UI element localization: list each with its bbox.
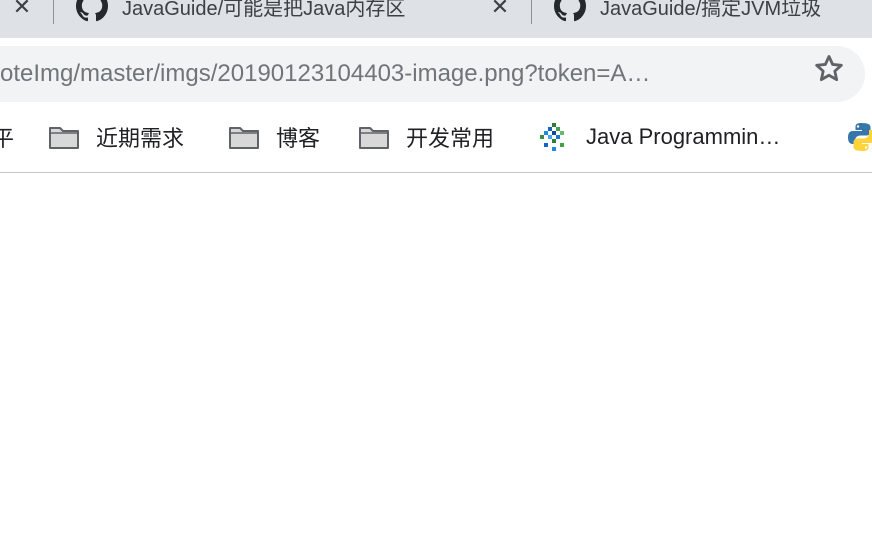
close-icon[interactable]: ✕ (10, 0, 34, 19)
address-bar[interactable]: oteImg/master/imgs/20190123104403-image.… (0, 46, 865, 102)
tab-separator (531, 0, 532, 24)
github-icon (554, 0, 586, 22)
toolbar: oteImg/master/imgs/20190123104403-image.… (0, 38, 872, 112)
folder-icon (229, 127, 259, 149)
python-icon (848, 123, 872, 151)
bookmark-python[interactable] (846, 112, 872, 162)
close-icon[interactable]: ✕ (488, 0, 512, 19)
bookmark-label: 开发常用 (406, 126, 495, 151)
tab-title: JavaGuide/可能是把Java内存区 (122, 0, 406, 20)
bookmark-folder-blog[interactable]: 博客 (228, 112, 320, 162)
tab-javaguide-gc[interactable]: JavaGuide/搞定JVM垃圾 (554, 0, 872, 24)
tab-strip: ✕ JavaGuide/可能是把Java内存区 ✕ JavaGuide/搞定JV… (0, 0, 872, 38)
tab-title: JavaGuide/搞定JVM垃圾 (600, 0, 822, 20)
bookmark-java-programming[interactable]: Java Programmin… (538, 112, 780, 162)
star-outline-icon[interactable] (812, 52, 846, 86)
bookmark-label: 博客 (276, 126, 321, 151)
tab-separator (53, 0, 54, 24)
bookmark-label: Java Programmin… (586, 124, 781, 149)
github-icon (76, 0, 108, 22)
bookmark-label: 近期需求 (96, 126, 185, 151)
bookmark-label: 平 (0, 121, 14, 153)
bookmark-folder-dev-common[interactable]: 开发常用 (358, 112, 494, 162)
page-content (0, 173, 872, 546)
bookmark-truncated[interactable]: 平 (0, 112, 14, 162)
bookmarks-bar: 平 近期需求 博客 开发常用 (0, 112, 872, 173)
tab-javaguide-memory[interactable]: JavaGuide/可能是把Java内存区 (76, 0, 474, 24)
url-text[interactable]: oteImg/master/imgs/20190123104403-image.… (0, 46, 745, 102)
folder-icon (359, 127, 389, 149)
folder-icon (49, 127, 79, 149)
bookmark-folder-recent-requirements[interactable]: 近期需求 (48, 112, 184, 162)
java-programming-icon (540, 123, 564, 151)
